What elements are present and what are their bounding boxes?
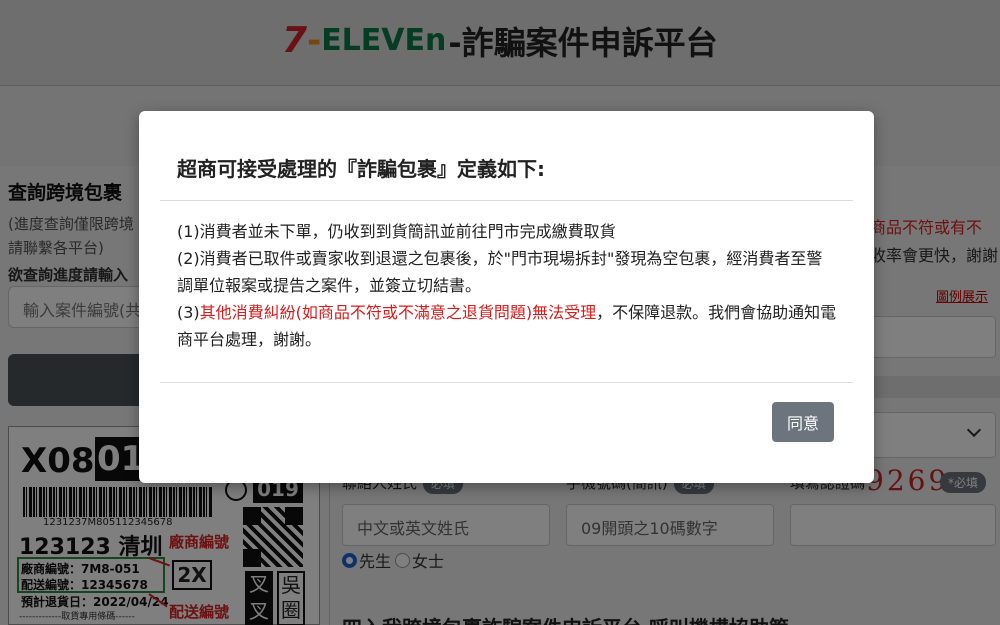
modal-body: (1)消費者並未下單，仍收到到貨簡訊並前往門市完成繳費取貨 (2)消費者已取件或… <box>177 218 837 353</box>
modal-divider <box>160 200 853 201</box>
agree-button[interactable]: 同意 <box>772 402 834 442</box>
modal-line-3-warning: 其他消費糾紛(如商品不符或不滿意之退貨問題)無法受理 <box>199 303 597 322</box>
modal-line-1: (1)消費者並未下單，仍收到到貨簡訊並前往門市完成繳費取貨 <box>177 222 616 241</box>
modal-divider <box>160 382 853 383</box>
modal-line-2: (2)消費者已取件或賣家收到退還之包裹後，於"門市現場拆封"發現為空包裹，經消費… <box>177 249 823 295</box>
modal-line-3: (3)其他消費糾紛(如商品不符或不滿意之退貨問題)無法受理，不保障退款。我們會協… <box>177 299 837 353</box>
definition-modal: 超商可接受處理的『詐騙包裹』定義如下: (1)消費者並未下單，仍收到到貨簡訊並前… <box>139 111 874 483</box>
modal-title: 超商可接受處理的『詐騙包裹』定義如下: <box>177 157 545 181</box>
modal-line-3-prefix: (3) <box>177 303 200 322</box>
